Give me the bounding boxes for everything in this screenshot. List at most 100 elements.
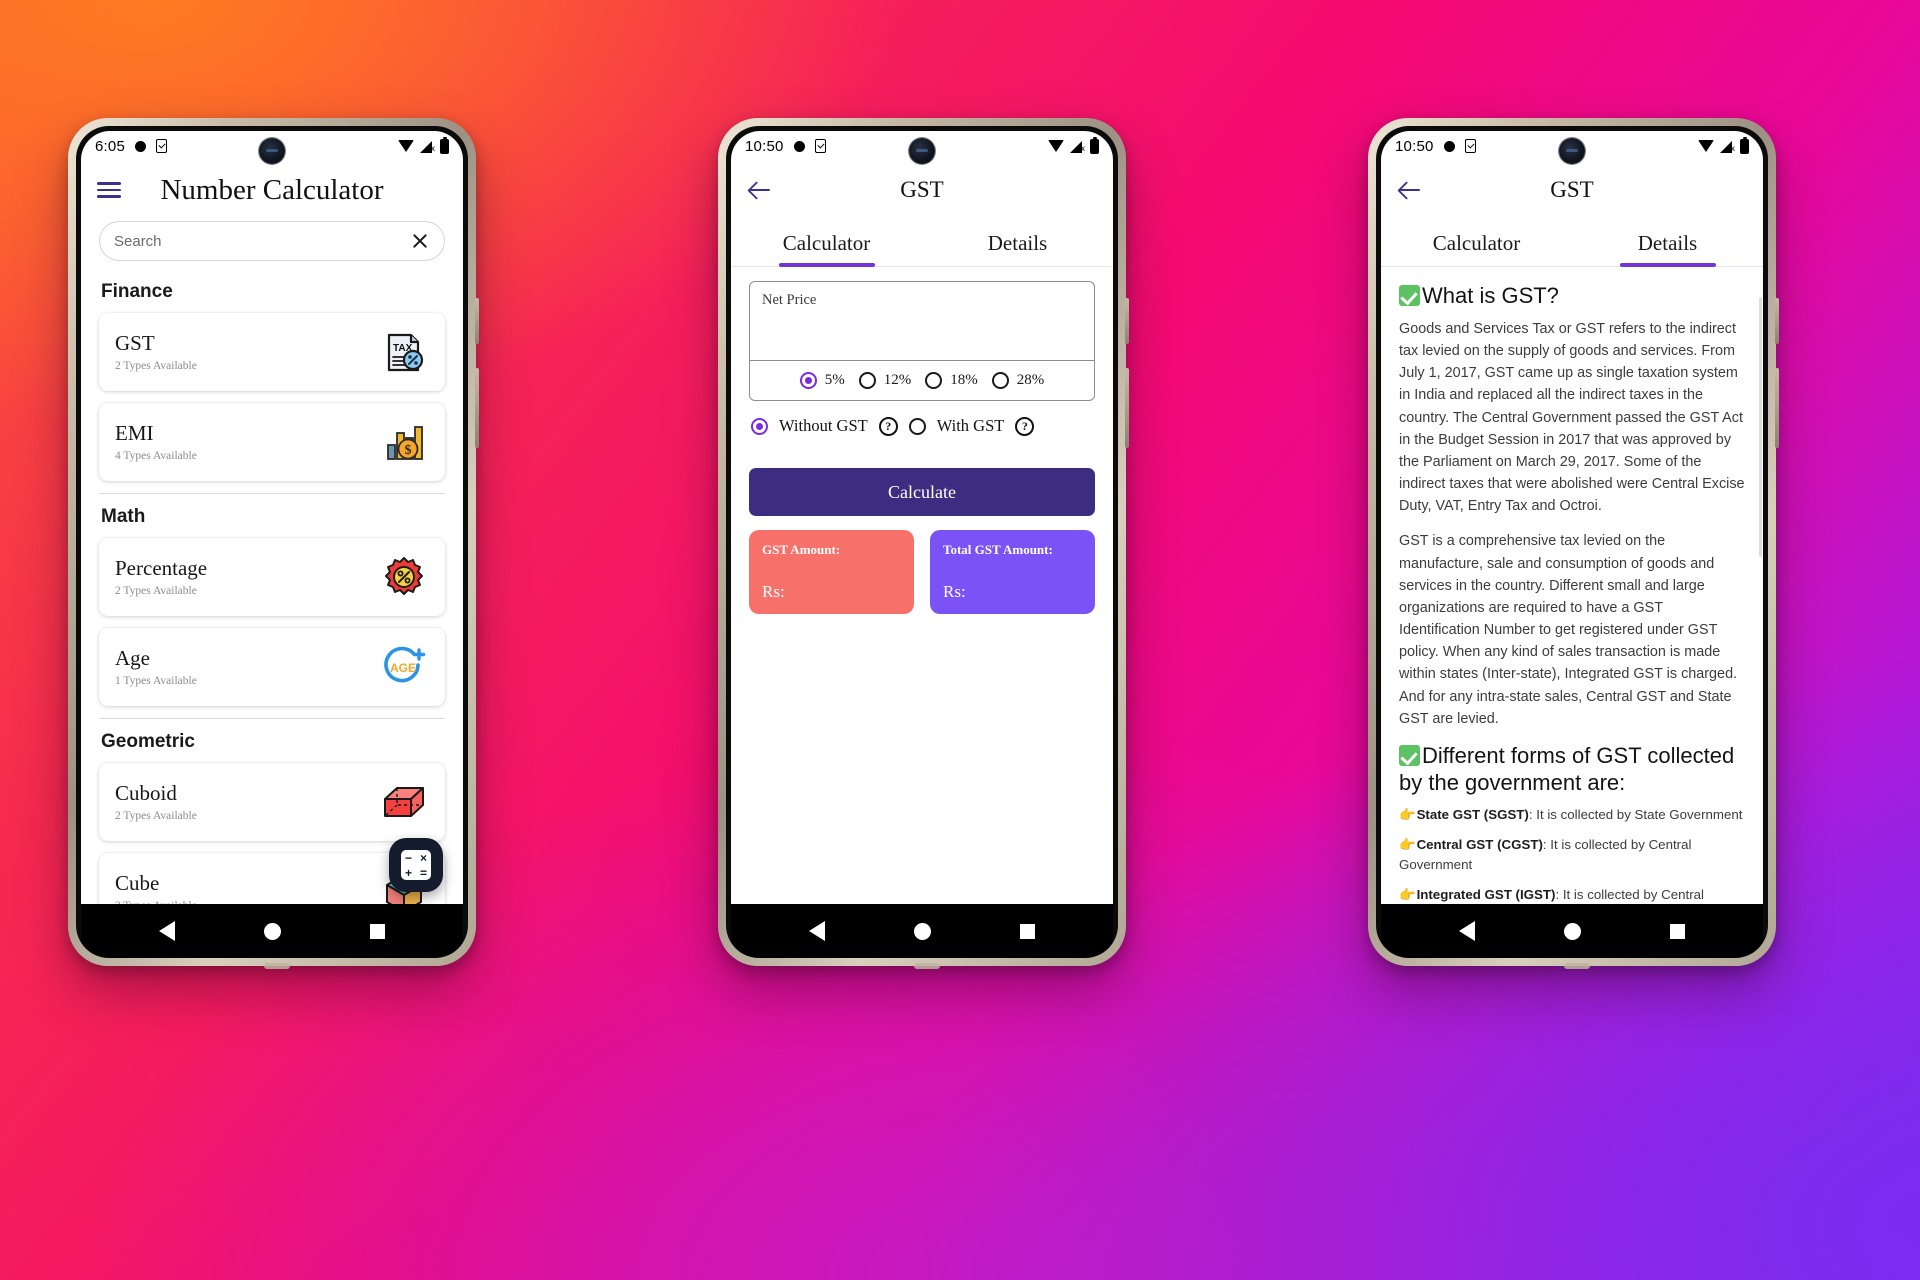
nav-home-icon[interactable] (263, 922, 281, 940)
search-box[interactable] (99, 221, 445, 261)
power-button[interactable] (1775, 298, 1779, 344)
tab-details[interactable]: Details (922, 219, 1113, 266)
nav-back-icon[interactable] (809, 921, 826, 941)
calculator-list[interactable]: Finance GST 2 Types Available TAX EMI 4 … (81, 269, 463, 904)
pointing-finger-icon: 👉 (1399, 887, 1416, 903)
volume-button[interactable] (1775, 368, 1779, 448)
group-title-geometric: Geometric (101, 731, 195, 752)
list-item-title: Percentage (115, 556, 208, 581)
nav-home-icon[interactable] (913, 922, 931, 940)
fab-glyph-times: × (419, 850, 427, 865)
bullet-term: Integrated GST (IGST) (1416, 887, 1556, 903)
front-camera (909, 138, 935, 164)
tab-label: Details (987, 231, 1048, 255)
list-item-title: GST (115, 331, 155, 356)
rate-label-12: 12% (883, 372, 912, 388)
radio-rate-28[interactable] (991, 372, 1009, 389)
hamburger-icon[interactable] (97, 178, 121, 202)
calculate-button[interactable]: Calculate (749, 468, 1095, 516)
phone-device-3: 10:50 GST Calculator (1368, 118, 1779, 969)
list-item-title: EMI (115, 421, 154, 446)
calculator-fab-button[interactable]: − × + = (389, 838, 443, 892)
list-item-subtitle: 1 Types Available (115, 674, 197, 687)
list-item-age[interactable]: Age 1 Types Available AGE (99, 628, 445, 706)
bullet-text: It is collected by State Government (1536, 806, 1743, 822)
check-mark-icon (1399, 285, 1420, 306)
list-item-title: Cube (115, 871, 160, 896)
list-item-subtitle: 2 Types Available (115, 900, 379, 904)
svg-text:AGE: AGE (390, 661, 416, 675)
back-arrow-icon[interactable] (747, 177, 773, 203)
tax-document-icon: TAX (379, 327, 429, 377)
note-icon (1464, 139, 1476, 153)
wifi-icon (1698, 140, 1714, 152)
list-item-emi[interactable]: EMI 4 Types Available $ (99, 403, 445, 481)
group-title-math: Math (101, 506, 146, 527)
rate-label-18: 18% (950, 372, 978, 388)
pointing-finger-icon: 👉 (1399, 836, 1416, 852)
status-left: 6:05 (95, 138, 167, 155)
signal-icon (420, 140, 435, 153)
tab-calculator[interactable]: Calculator (1381, 219, 1572, 266)
battery-icon (1090, 136, 1099, 154)
label-with-gst: With GST (936, 416, 1005, 435)
help-icon[interactable]: ? (1015, 416, 1035, 436)
search-input[interactable] (114, 232, 410, 250)
group-title-finance: Finance (101, 281, 173, 302)
gst-details-content[interactable]: What is GST? Goods and Services Tax or G… (1381, 267, 1763, 904)
list-item-cuboid[interactable]: Cuboid 2 Types Available (99, 763, 445, 841)
list-item-percentage[interactable]: Percentage 2 Types Available (99, 538, 445, 616)
tab-label: Calculator (1432, 231, 1521, 255)
note-icon (156, 139, 167, 153)
power-button[interactable] (1125, 298, 1129, 344)
page-title: Number Calculator (160, 173, 384, 206)
net-price-field[interactable]: Net Price (750, 282, 1094, 360)
front-camera (259, 138, 285, 164)
bullet-sep: : (1555, 887, 1563, 903)
nav-recent-icon[interactable] (1669, 923, 1685, 939)
radio-rate-12[interactable] (858, 372, 876, 389)
radio-without-gst[interactable] (751, 417, 768, 435)
nav-back-icon[interactable] (1459, 921, 1476, 941)
tab-indicator (970, 263, 1066, 267)
pointing-finger-icon: 👉 (1399, 806, 1416, 822)
status-time: 10:50 (745, 137, 784, 155)
list-item-title: Age (115, 646, 150, 671)
bullet-term: State GST (SGST) (1416, 806, 1529, 822)
age-circle-icon: AGE (379, 642, 429, 692)
gst-calculator-form: Net Price 5% 12% 18% 28% Without GST ? W… (731, 267, 1113, 904)
help-icon[interactable]: ? (878, 416, 898, 436)
total-gst-amount-card: Total GST Amount: Rs: (930, 530, 1095, 614)
app-bar: Number Calculator (81, 161, 463, 219)
phone-bezel: 10:50 GST Calculator (1376, 126, 1768, 958)
volume-button[interactable] (475, 368, 479, 448)
rate-label-5: 5% (824, 372, 845, 388)
radio-rate-5[interactable] (799, 372, 817, 389)
list-item-gst[interactable]: GST 2 Types Available TAX (99, 313, 445, 391)
scrollbar[interactable] (1759, 297, 1762, 557)
tab-calculator[interactable]: Calculator (731, 219, 922, 267)
phone1-screen: 6:05 Number Calculator (81, 131, 463, 958)
tab-details[interactable]: Details (1572, 219, 1763, 267)
nav-home-icon[interactable] (1563, 922, 1581, 940)
back-arrow-icon[interactable] (1397, 177, 1423, 203)
bullet-igst: 👉Integrated GST (IGST): It is collected … (1399, 885, 1745, 904)
nav-back-icon[interactable] (159, 921, 176, 941)
radio-rate-18[interactable] (925, 372, 943, 389)
radio-with-gst[interactable] (908, 417, 926, 435)
close-icon[interactable] (410, 231, 430, 251)
calculator-icon: − × + = (401, 850, 431, 880)
notification-dot-icon (793, 140, 805, 152)
volume-button[interactable] (1125, 368, 1129, 448)
nav-recent-icon[interactable] (369, 923, 385, 939)
details-paragraph-1: Goods and Services Tax or GST refers to … (1399, 320, 1745, 515)
list-item-text: Cube 2 Types Available (115, 872, 379, 904)
page-title: GST (1550, 177, 1594, 202)
nav-recent-icon[interactable] (1019, 923, 1035, 939)
gst-type-options: Without GST ? With GST ? (749, 401, 1095, 436)
details-paragraph-2: GST is a comprehensive tax levied on the… (1399, 533, 1738, 727)
power-button[interactable] (475, 298, 479, 344)
front-camera (1559, 138, 1585, 164)
gst-amount-label: GST Amount: (762, 542, 841, 557)
notification-dot-icon (135, 140, 146, 152)
